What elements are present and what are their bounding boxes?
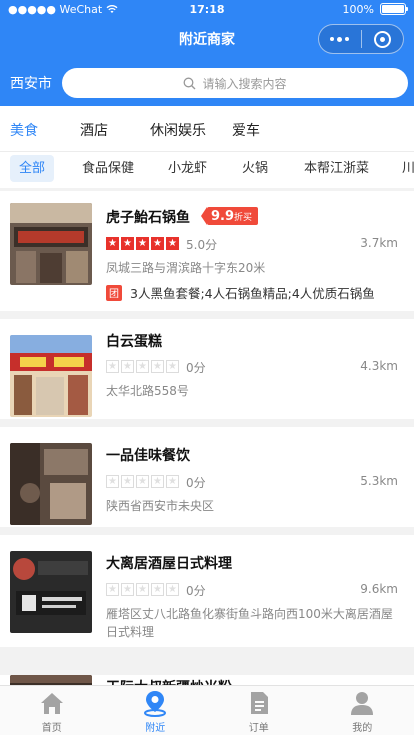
merchant-photo xyxy=(10,203,92,285)
tab-label: 附近 xyxy=(145,723,166,734)
search-placeholder: 请输入搜索内容 xyxy=(202,76,287,91)
group-deal-text: 3人黑鱼套餐;4人石锅鱼精品;4人优质石锅鱼 xyxy=(130,286,375,301)
merchant-photo xyxy=(10,443,92,525)
category-food[interactable]: 美食 xyxy=(10,120,38,140)
star-icon: ★ xyxy=(106,360,119,373)
tab-orders[interactable]: 订单 xyxy=(207,686,311,735)
merchant-address: 陕西省西安市未央区 xyxy=(106,499,215,513)
rating-score: 0分 xyxy=(186,361,206,375)
search-icon xyxy=(184,77,196,89)
group-deal[interactable]: 团 3人黑鱼套餐;4人石锅鱼精品;4人优质石锅鱼 xyxy=(106,283,375,302)
tab-nearby[interactable]: 附近 xyxy=(104,686,208,735)
merchant-address: 雁塔区丈八北路鱼化寨街鱼斗路向西100米大离居酒屋日式料理 xyxy=(106,607,393,639)
more-button[interactable] xyxy=(319,25,361,53)
page-title: 附近商家 xyxy=(179,32,235,48)
category-tabs: 美食 酒店 休闲娱乐 爱车 xyxy=(0,106,414,152)
merchant-photo xyxy=(10,335,92,417)
category-car[interactable]: 爱车 xyxy=(232,120,260,140)
order-list-icon xyxy=(250,692,268,714)
discount-unit: 折买 xyxy=(234,212,253,223)
group-buy-icon: 团 xyxy=(106,284,122,301)
star-icon: ★ xyxy=(151,237,164,250)
star-icon: ★ xyxy=(166,360,179,373)
merchant-name: 大离居酒屋日式料理 xyxy=(106,556,232,572)
merchant-name: 白云蛋糕 xyxy=(106,334,162,350)
tab-label: 订单 xyxy=(248,723,269,734)
merchant-address: 太华北路558号 xyxy=(106,384,189,398)
merchant-photo xyxy=(10,551,92,633)
tab-profile[interactable]: 我的 xyxy=(311,686,414,735)
location-pin-icon xyxy=(144,691,167,717)
merchant-address: 凤城三路与渭滨路十字东20米 xyxy=(106,261,266,275)
star-icon: ★ xyxy=(151,475,164,488)
star-icon: ★ xyxy=(106,475,119,488)
battery-percent: 100% xyxy=(342,2,374,16)
star-icon: ★ xyxy=(106,583,119,596)
merchant-card[interactable]: 大离居酒屋日式料理 ★ ★ ★ ★ ★ 0分 9.6km 雁塔区丈八北路鱼化寨街… xyxy=(0,535,414,647)
tab-label: 首页 xyxy=(41,723,62,734)
mini-program-capsule xyxy=(318,24,404,54)
tab-home[interactable]: 首页 xyxy=(0,686,104,735)
rating-stars: ★ ★ ★ ★ ★ xyxy=(106,583,179,596)
star-icon: ★ xyxy=(166,475,179,488)
star-icon: ★ xyxy=(151,360,164,373)
star-icon: ★ xyxy=(106,237,119,250)
close-miniprogram-button[interactable] xyxy=(362,25,404,53)
city-selector[interactable]: 西安市 xyxy=(0,73,62,93)
chip-health-food[interactable]: 食品保健 xyxy=(82,155,134,182)
star-icon: ★ xyxy=(121,237,134,250)
subcategory-chips: 全部 食品保健 小龙虾 火锅 本帮江浙菜 川 xyxy=(0,152,414,188)
carrier-label: ●●●●● WeChat xyxy=(8,2,103,16)
status-bar: ●●●●● WeChat 17:18 100% xyxy=(0,0,414,18)
merchant-name: 一品佳味餐饮 xyxy=(106,448,190,464)
rating-score: 0分 xyxy=(186,584,206,598)
home-icon xyxy=(40,693,63,714)
rating-stars: ★ ★ ★ ★ ★ xyxy=(106,360,179,373)
star-icon: ★ xyxy=(136,583,149,596)
target-close-icon xyxy=(373,30,391,48)
star-icon: ★ xyxy=(121,360,134,373)
rating-stars: ★ ★ ★ ★ ★ xyxy=(106,237,179,250)
rating-score: 0分 xyxy=(186,476,206,490)
merchant-card[interactable]: 虎子鮐石锅鱼 9.9 折买 ★ ★ ★ ★ ★ 5.0分 3.7km 凤城三路与… xyxy=(0,191,414,311)
battery-icon xyxy=(380,3,408,15)
chip-sichuan[interactable]: 川 xyxy=(402,155,414,182)
search-bar: 西安市 请输入搜索内容 xyxy=(0,60,414,106)
nav-bar: 附近商家 xyxy=(0,18,414,60)
bottom-tab-bar: 首页 附近 订单 我的 xyxy=(0,685,414,735)
discount-badge: 9.9 折买 xyxy=(200,207,259,225)
star-icon: ★ xyxy=(121,583,134,596)
star-icon: ★ xyxy=(136,360,149,373)
tab-label: 我的 xyxy=(352,723,373,734)
chip-crayfish[interactable]: 小龙虾 xyxy=(168,155,207,182)
star-icon: ★ xyxy=(121,475,134,488)
merchant-card[interactable]: 白云蛋糕 ★ ★ ★ ★ ★ 0分 4.3km 太华北路558号 xyxy=(0,319,414,419)
star-icon: ★ xyxy=(166,237,179,250)
category-hotel[interactable]: 酒店 xyxy=(80,120,108,140)
distance: 9.6km xyxy=(360,582,398,596)
chip-jiangzhe[interactable]: 本帮江浙菜 xyxy=(304,155,369,182)
distance: 3.7km xyxy=(360,236,398,250)
chip-hotpot[interactable]: 火锅 xyxy=(242,155,268,182)
merchant-name: 虎子鮐石锅鱼 xyxy=(106,210,190,226)
rating-stars: ★ ★ ★ ★ ★ xyxy=(106,475,179,488)
merchant-card[interactable]: 一品佳味餐饮 ★ ★ ★ ★ ★ 0分 5.3km 陕西省西安市未央区 xyxy=(0,427,414,527)
category-entertainment[interactable]: 休闲娱乐 xyxy=(150,120,206,140)
distance: 4.3km xyxy=(360,359,398,373)
distance: 5.3km xyxy=(360,474,398,488)
star-icon: ★ xyxy=(136,475,149,488)
chip-all[interactable]: 全部 xyxy=(10,155,55,182)
search-input[interactable]: 请输入搜索内容 xyxy=(62,68,408,98)
star-icon: ★ xyxy=(166,583,179,596)
carrier-indicator: ●●●●● WeChat xyxy=(8,3,118,16)
more-dots-icon xyxy=(330,36,350,42)
wifi-icon xyxy=(106,5,118,13)
rating-score: 5.0分 xyxy=(186,238,218,252)
star-icon: ★ xyxy=(136,237,149,250)
discount-value: 9.9 xyxy=(211,208,235,224)
user-icon xyxy=(351,692,374,715)
star-icon: ★ xyxy=(151,583,164,596)
